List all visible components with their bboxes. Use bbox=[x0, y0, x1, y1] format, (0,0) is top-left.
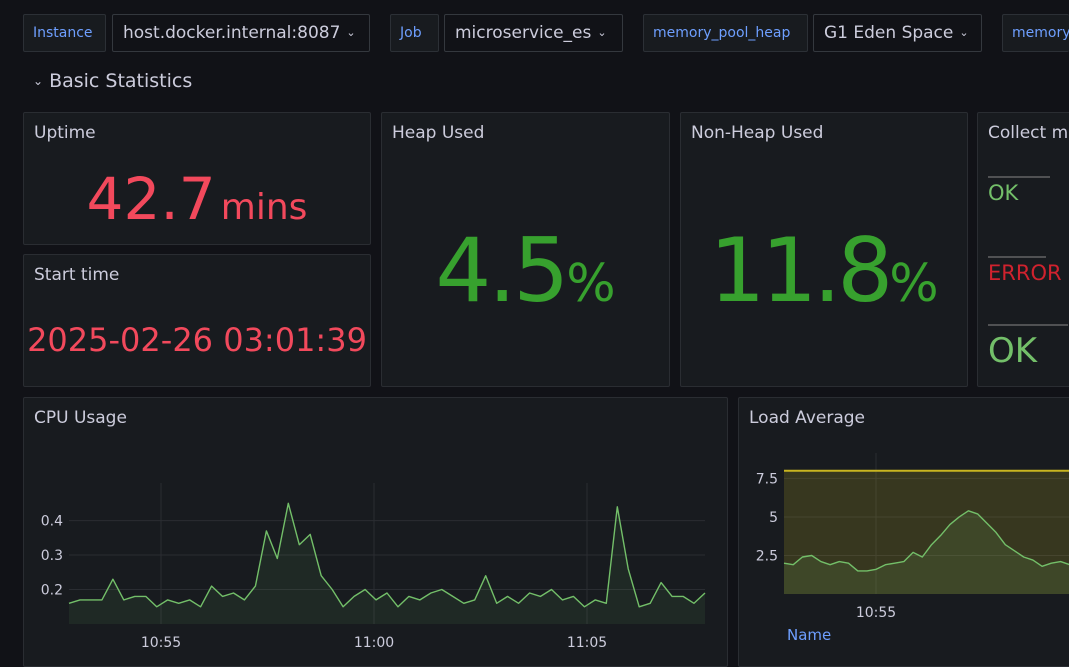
row-title: Basic Statistics bbox=[49, 70, 192, 92]
variable-label-memory: memory bbox=[1002, 14, 1069, 52]
x-tick-label: 10:55 bbox=[141, 635, 181, 651]
collect-status-3: OK bbox=[988, 331, 1037, 371]
x-tick-label: 11:00 bbox=[354, 635, 394, 651]
instance-select[interactable]: host.docker.internal:8087 ⌄ bbox=[112, 14, 370, 52]
non-heap-used-unit: % bbox=[889, 254, 938, 314]
panel-load-average[interactable]: Load Average 2.557.510:55 Name bbox=[738, 397, 1069, 667]
chevron-down-icon: ⌄ bbox=[33, 74, 43, 88]
cpu-usage-chart: 0.2 0.3 0.4 10:55 11:00 11:05 bbox=[24, 398, 728, 667]
panel-title: Heap Used bbox=[392, 123, 484, 143]
memory-pool-heap-select[interactable]: G1 Eden Space ⌄ bbox=[813, 14, 982, 52]
start-time-value: 2025-02-26 03:01:39 bbox=[24, 321, 370, 359]
panel-title: Uptime bbox=[34, 123, 96, 143]
uptime-unit: mins bbox=[221, 187, 308, 228]
job-select[interactable]: microservice_es ⌄ bbox=[444, 14, 623, 52]
panel-cpu-usage[interactable]: CPU Usage 0.20.30.410:5511:0011:05 bbox=[23, 397, 728, 667]
x-tick-label: 10:55 bbox=[856, 605, 896, 621]
x-tick-label: 11:05 bbox=[567, 635, 607, 651]
y-tick-label: 7.5 bbox=[756, 471, 778, 487]
heap-used-stat: 4.5% bbox=[382, 219, 669, 322]
row-toggle-basic-statistics[interactable]: ⌄ Basic Statistics bbox=[33, 70, 192, 92]
collect-status-1: OK bbox=[988, 181, 1018, 205]
variable-label-instance: Instance bbox=[23, 14, 106, 52]
panel-uptime[interactable]: Uptime 42.7 mins bbox=[23, 112, 371, 245]
y-tick-label: 5 bbox=[769, 510, 778, 526]
panel-title: Collect m bbox=[988, 123, 1068, 143]
memory-pool-heap-select-value: G1 Eden Space bbox=[824, 23, 953, 43]
series-area bbox=[69, 503, 705, 624]
y-tick-label: 0.3 bbox=[41, 548, 63, 564]
variable-label-job: Job bbox=[390, 14, 439, 52]
chevron-down-icon: ⌄ bbox=[597, 15, 606, 51]
y-tick-label: 2.5 bbox=[756, 548, 778, 564]
series-label-placeholder bbox=[988, 176, 1050, 178]
series-label-placeholder bbox=[988, 324, 1068, 326]
variable-label-memory-pool-heap: memory_pool_heap bbox=[643, 14, 808, 52]
heap-used-value: 4.5 bbox=[435, 219, 566, 322]
legend-header-name[interactable]: Name bbox=[787, 626, 831, 644]
panel-start-time[interactable]: Start time 2025-02-26 03:01:39 bbox=[23, 254, 371, 387]
panel-title: Non-Heap Used bbox=[691, 123, 823, 143]
uptime-stat: 42.7 mins bbox=[24, 165, 370, 233]
chevron-down-icon: ⌄ bbox=[959, 15, 968, 51]
series-label-placeholder bbox=[988, 256, 1046, 258]
y-tick-label: 0.4 bbox=[41, 514, 63, 530]
panel-title: Start time bbox=[34, 265, 119, 285]
non-heap-used-value: 11.8 bbox=[709, 219, 889, 322]
chevron-down-icon: ⌄ bbox=[346, 15, 355, 51]
non-heap-used-stat: 11.8% bbox=[681, 219, 967, 322]
collect-status-2: ERROR bbox=[988, 261, 1062, 285]
panel-collect[interactable]: Collect m OK ERROR OK bbox=[977, 112, 1069, 387]
job-select-value: microservice_es bbox=[455, 23, 591, 43]
uptime-value: 42.7 bbox=[87, 165, 216, 233]
instance-select-value: host.docker.internal:8087 bbox=[123, 23, 340, 43]
panel-heap-used[interactable]: Heap Used 4.5% bbox=[381, 112, 670, 387]
y-tick-label: 0.2 bbox=[41, 583, 63, 599]
heap-used-unit: % bbox=[566, 254, 615, 314]
panel-non-heap-used[interactable]: Non-Heap Used 11.8% bbox=[680, 112, 968, 387]
